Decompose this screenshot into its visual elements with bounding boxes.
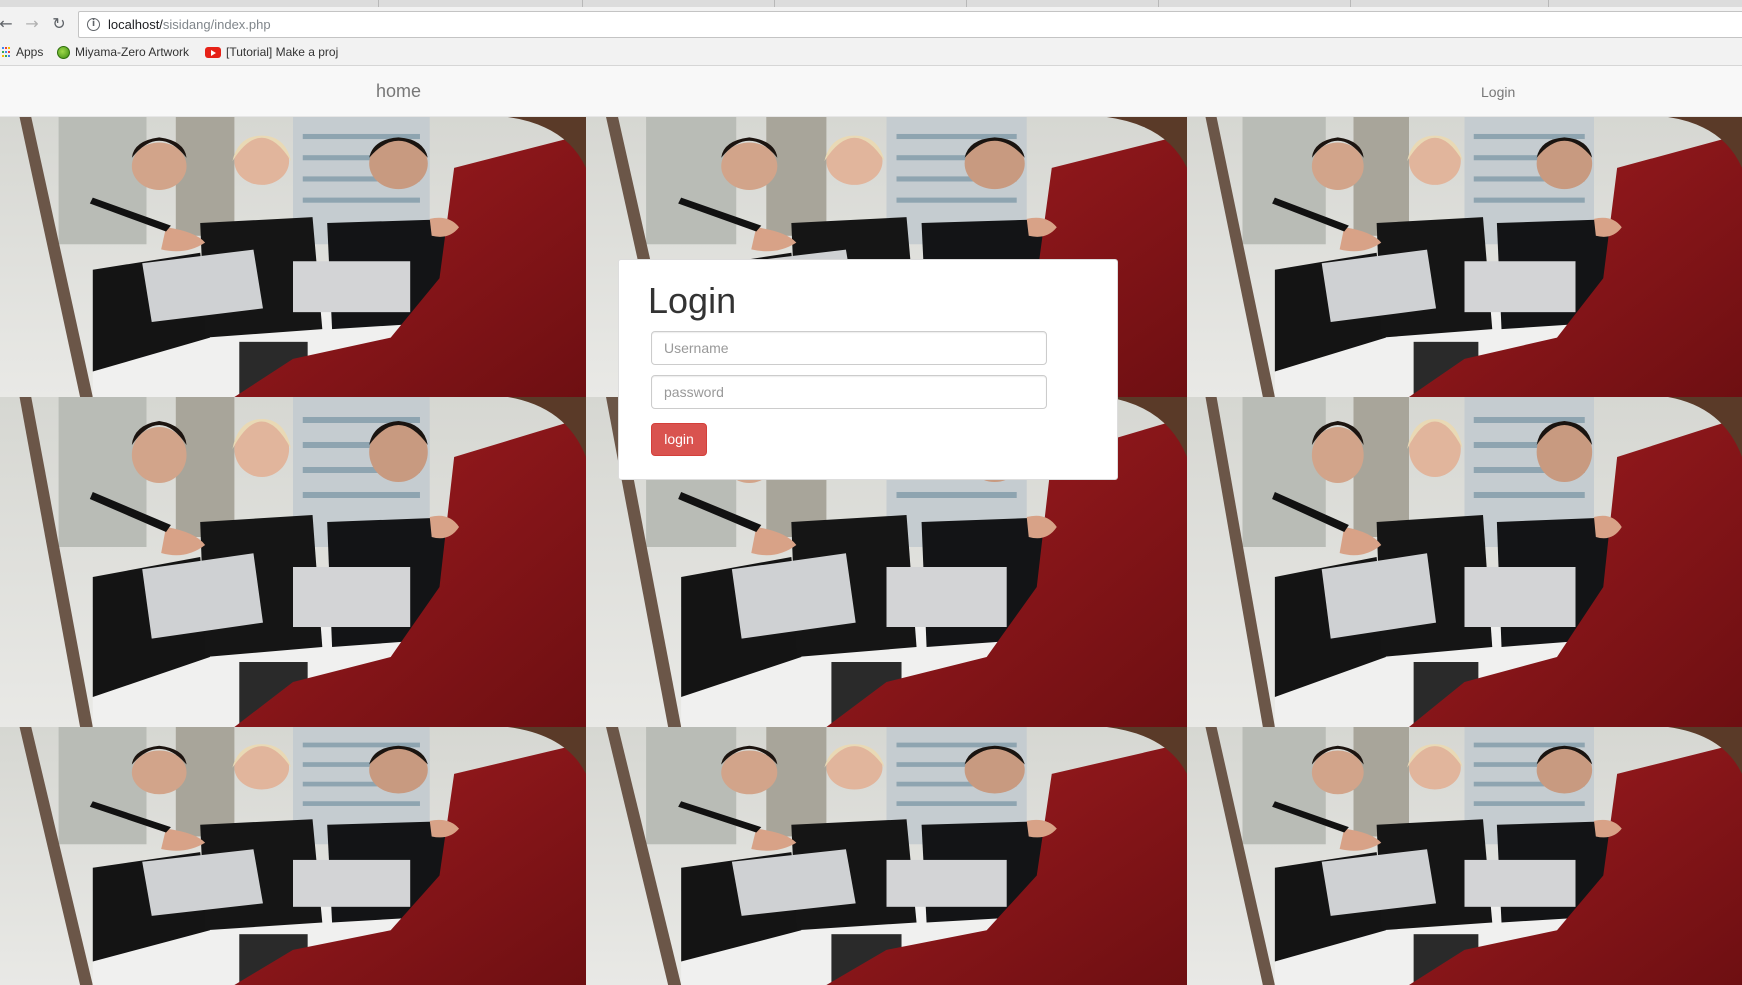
background-photo-tile (1187, 727, 1742, 985)
browser-toolbar: ← → ↻ i localhost/sisidang/index.php (0, 7, 1742, 41)
site-navbar: home Login (0, 66, 1742, 117)
background-photo-tile (0, 117, 586, 397)
login-title: Login (648, 280, 737, 321)
bookmark-label: [Tutorial] Make a proj (226, 45, 339, 59)
address-bar[interactable]: i localhost/sisidang/index.php (78, 11, 1742, 38)
bookmark-apps[interactable]: Apps (2, 45, 43, 59)
meeting-photo (0, 117, 586, 397)
bookmark-label: Miyama-Zero Artwork (75, 45, 190, 59)
login-button[interactable]: login (651, 423, 707, 456)
background-photo-tile (0, 727, 586, 985)
home-link[interactable]: home (376, 81, 421, 102)
meeting-photo (1187, 727, 1742, 985)
background-image-tiles (0, 117, 1742, 985)
url-host: localhost/ (108, 17, 163, 32)
tab-divider (774, 0, 775, 7)
url-path: sisidang/index.php (162, 17, 271, 32)
reload-icon[interactable]: ↻ (49, 14, 69, 34)
password-input[interactable] (651, 375, 1047, 409)
meeting-photo (1187, 397, 1742, 727)
green-orb-icon (57, 45, 70, 59)
bookmark-label: Apps (16, 45, 44, 59)
tab-divider (378, 0, 379, 7)
back-arrow-icon[interactable]: ← (0, 14, 16, 34)
login-nav-link[interactable]: Login (1481, 84, 1515, 100)
tab-divider (1548, 0, 1549, 7)
meeting-photo (0, 727, 586, 985)
forward-arrow-icon[interactable]: → (22, 14, 42, 34)
apps-grid-icon (2, 46, 11, 58)
tab-strip (0, 0, 1742, 7)
bookmark-tutorial[interactable]: [Tutorial] Make a proj (205, 45, 343, 59)
meeting-photo (0, 397, 586, 727)
background-photo-tile (1187, 397, 1742, 727)
username-input[interactable] (651, 331, 1047, 365)
tab-divider (1350, 0, 1351, 7)
tab-divider (582, 0, 583, 7)
background-photo-tile (1187, 117, 1742, 397)
tab-divider (966, 0, 967, 7)
meeting-photo (1187, 117, 1742, 397)
bookmark-miyama-zero[interactable]: Miyama-Zero Artwork (57, 45, 191, 59)
meeting-photo (586, 727, 1187, 985)
background-photo-tile (0, 397, 586, 727)
bookmarks-bar: Apps Miyama-Zero Artwork [Tutorial] Make… (0, 41, 1742, 66)
tab-divider (1158, 0, 1159, 7)
url-text[interactable]: localhost/sisidang/index.php (108, 17, 271, 32)
browser-chrome: ← → ↻ i localhost/sisidang/index.php App… (0, 0, 1742, 66)
youtube-icon (205, 46, 221, 58)
info-icon[interactable]: i (87, 18, 100, 31)
background-photo-tile (586, 727, 1187, 985)
login-panel: Login login (618, 259, 1118, 480)
